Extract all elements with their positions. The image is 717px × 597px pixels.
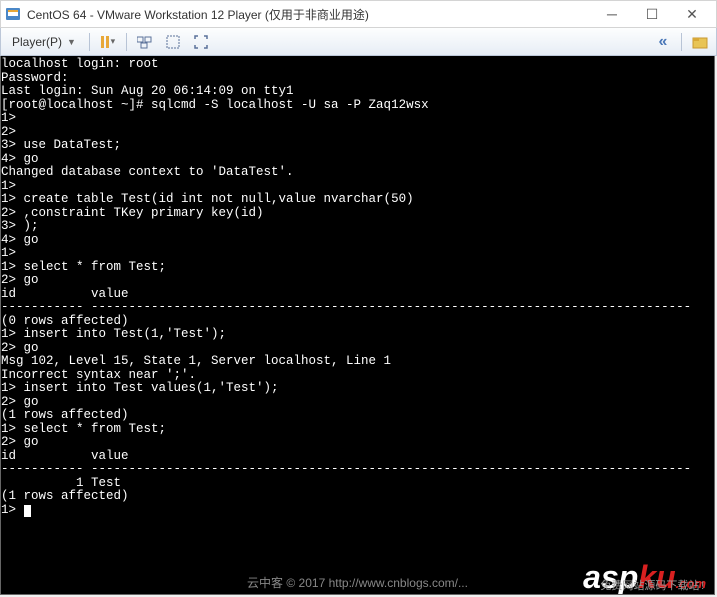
terminal-line: 1> insert into Test(1,'Test');	[1, 328, 714, 342]
unity-button[interactable]	[163, 32, 183, 52]
terminal-line: Last login: Sun Aug 20 06:14:09 on tty1	[1, 85, 714, 99]
terminal-line: 1 Test	[1, 477, 714, 491]
terminal-line: Changed database context to 'DataTest'.	[1, 166, 714, 180]
chevron-down-icon: ▾	[111, 36, 116, 47]
terminal-line: (1 rows affected)	[1, 490, 714, 504]
terminal-line: Password:	[1, 72, 714, 86]
window-title: CentOS 64 - VMware Workstation 12 Player…	[27, 6, 592, 23]
terminal-line: 3> use DataTest;	[1, 139, 714, 153]
cad-icon	[137, 35, 153, 49]
folder-icon	[692, 35, 708, 49]
unity-icon	[166, 35, 180, 49]
terminal-line: 2> ,constraint TKey primary key(id)	[1, 207, 714, 221]
terminal-line: Msg 102, Level 15, State 1, Server local…	[1, 355, 714, 369]
terminal-line: (0 rows affected)	[1, 315, 714, 329]
manage-button[interactable]	[690, 32, 710, 52]
terminal-line: ----------- ----------------------------…	[1, 463, 714, 477]
terminal-line: 1> insert into Test values(1,'Test');	[1, 382, 714, 396]
terminal-line: localhost login: root	[1, 58, 714, 72]
terminal-line: 1>	[1, 180, 714, 194]
terminal-output: localhost login: rootPassword:Last login…	[1, 58, 714, 517]
watermark-text: 云中客 © 2017 http://www.cnblogs.com/...	[247, 577, 468, 591]
pause-icon	[101, 36, 109, 48]
aspku-logo: aspku.com 免费网站源码下载站!	[583, 571, 706, 593]
player-menu-label: Player(P)	[12, 35, 62, 49]
terminal-line: 1>	[1, 112, 714, 126]
logo-subtitle: 免费网站源码下载站!	[600, 581, 706, 595]
terminal-line: 1>	[1, 504, 714, 518]
titlebar: CentOS 64 - VMware Workstation 12 Player…	[0, 0, 717, 28]
minimize-button[interactable]: ─	[592, 1, 632, 27]
terminal[interactable]: localhost login: rootPassword:Last login…	[0, 56, 715, 595]
terminal-line: 1> create table Test(id int not null,val…	[1, 193, 714, 207]
maximize-button[interactable]: ☐	[632, 1, 672, 27]
terminal-line: 1>	[1, 247, 714, 261]
separator	[681, 33, 682, 51]
cursor	[24, 505, 31, 517]
logo-ku: ku	[638, 559, 675, 595]
terminal-line: 4> go	[1, 234, 714, 248]
fullscreen-icon	[194, 35, 208, 49]
terminal-line: 1> select * from Test;	[1, 423, 714, 437]
logo-asp: asp	[583, 559, 638, 595]
terminal-line: 1> select * from Test;	[1, 261, 714, 275]
window-controls: ─ ☐ ✕	[592, 1, 712, 27]
terminal-line: 2> go	[1, 274, 714, 288]
terminal-line: 2> go	[1, 342, 714, 356]
terminal-line: 4> go	[1, 153, 714, 167]
fullscreen-button[interactable]	[191, 32, 211, 52]
terminal-line: 3> );	[1, 220, 714, 234]
player-menu[interactable]: Player(P) ▼	[7, 32, 81, 52]
separator	[126, 33, 127, 51]
send-ctrl-alt-del-button[interactable]	[135, 32, 155, 52]
terminal-line: [root@localhost ~]# sqlcmd -S localhost …	[1, 99, 714, 113]
close-button[interactable]: ✕	[672, 1, 712, 27]
terminal-line: 2> go	[1, 436, 714, 450]
terminal-line: Incorrect syntax near ';'.	[1, 369, 714, 383]
chevron-down-icon: ▼	[67, 37, 76, 47]
terminal-line: id value	[1, 450, 714, 464]
logo-com: .com	[676, 576, 706, 591]
separator	[89, 33, 90, 51]
terminal-line: id value	[1, 288, 714, 302]
terminal-line: ----------- ----------------------------…	[1, 301, 714, 315]
terminal-line: 2> go	[1, 396, 714, 410]
collapse-toolbar-button[interactable]: «	[653, 32, 673, 52]
terminal-line: 2>	[1, 126, 714, 140]
toolbar: Player(P) ▼ ▾ «	[0, 28, 717, 56]
terminal-line: (1 rows affected)	[1, 409, 714, 423]
pause-button[interactable]: ▾	[98, 32, 118, 52]
app-icon	[5, 6, 21, 22]
